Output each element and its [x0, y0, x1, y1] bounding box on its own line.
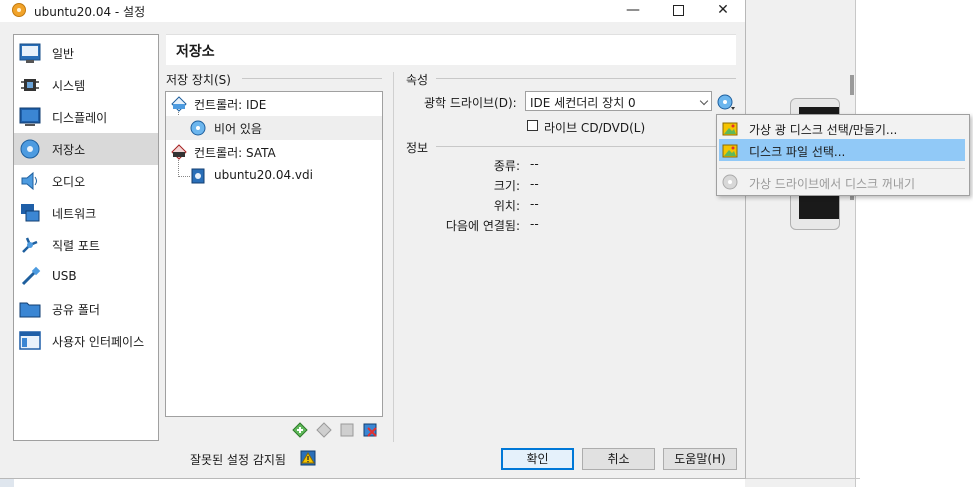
- speaker-icon: [21, 171, 37, 191]
- storage-devices-separator: [242, 78, 382, 79]
- maximize-icon: [672, 5, 684, 16]
- sata-controller-icon: [171, 144, 187, 160]
- optical-drive-value: IDE 세컨더리 장치 0: [530, 96, 636, 110]
- sidebar-item-usb[interactable]: USB: [14, 261, 158, 293]
- ui-icon: [19, 331, 41, 350]
- background-panel: [745, 0, 856, 487]
- usb-icon: [21, 266, 41, 286]
- live-cd-checkbox[interactable]: [527, 120, 538, 131]
- folder-icon: [19, 302, 41, 318]
- settings-dialog: ubuntu20.04 - 설정 — ✕ 일반 시스템 디스플레이 저장소 오디…: [0, 0, 746, 479]
- info-attached-value: --: [530, 217, 539, 231]
- optical-drive-select[interactable]: IDE 세컨더리 장치 0: [525, 91, 712, 111]
- sidebar-item-serial-port[interactable]: 직렬 포트: [14, 229, 158, 261]
- warning-icon[interactable]: [300, 450, 316, 466]
- chip-icon: [21, 79, 39, 91]
- tree-row-ide-controller[interactable]: 컨트롤러: IDE: [166, 92, 382, 116]
- remove-controller-icon[interactable]: [316, 422, 332, 438]
- sidebar-item-user-interface[interactable]: 사용자 인터페이스: [14, 325, 158, 357]
- add-controller-icon[interactable]: [292, 422, 308, 438]
- info-size-label: 크기:: [493, 179, 520, 193]
- sidebar-item-network[interactable]: 네트워크: [14, 197, 158, 229]
- info-label: 정보: [406, 141, 429, 155]
- image-file-icon: [722, 122, 738, 136]
- help-button[interactable]: 도움말(H): [663, 448, 737, 470]
- sidebar-item-audio[interactable]: 오디오: [14, 165, 158, 197]
- status-message: 잘못된 설정 감지됨: [190, 453, 286, 467]
- cancel-button[interactable]: 취소: [582, 448, 655, 470]
- tree-row-sata-controller[interactable]: 컨트롤러: SATA: [166, 140, 382, 164]
- add-attachment-icon[interactable]: [339, 422, 355, 438]
- sidebar-item-shared-folders[interactable]: 공유 폴더: [14, 293, 158, 325]
- ide-controller-icon: [171, 96, 187, 112]
- panel-divider: [393, 72, 394, 442]
- menu-separator: [719, 168, 965, 169]
- image-file-icon: [722, 144, 738, 158]
- tree-row-vdi[interactable]: ubuntu20.04.vdi: [166, 164, 382, 188]
- network-icon: [21, 204, 40, 222]
- monitor-icon: [19, 107, 41, 126]
- sidebar-item-system[interactable]: 시스템: [14, 69, 158, 101]
- maximize-button[interactable]: [655, 0, 701, 22]
- storage-devices-label: 저장 장치(S): [166, 73, 231, 87]
- menu-item-choose-create-virtual-disk[interactable]: 가상 광 디스크 선택/만들기...: [719, 117, 965, 139]
- info-attached-label: 다음에 연결됨:: [445, 219, 520, 233]
- choose-disk-menu: 가상 광 디스크 선택/만들기... 디스크 파일 선택... 가상 드라이브에…: [716, 114, 970, 196]
- info-location-label: 위치:: [493, 199, 520, 213]
- info-separator: [436, 146, 736, 147]
- disk-icon: [20, 139, 40, 159]
- general-icon: [19, 43, 41, 63]
- virtualbox-icon: [12, 3, 26, 17]
- live-cd-label: 라이브 CD/DVD(L): [544, 121, 646, 135]
- serial-port-icon: [22, 237, 38, 253]
- optical-drive-label: 광학 드라이브(D):: [424, 96, 517, 110]
- remove-attachment-icon[interactable]: [362, 422, 378, 438]
- title-bar[interactable]: ubuntu20.04 - 설정 — ✕: [0, 0, 745, 22]
- attributes-separator: [436, 78, 736, 79]
- background-scrollbar: [850, 75, 854, 95]
- page-title-text: 저장소: [176, 44, 215, 60]
- sidebar-item-storage[interactable]: 저장소: [14, 133, 158, 165]
- optical-disc-icon: [190, 120, 206, 136]
- page-title: 저장소: [166, 34, 736, 65]
- close-button[interactable]: ✕: [700, 0, 746, 22]
- info-size-value: --: [530, 177, 539, 191]
- hard-disk-icon: [191, 168, 205, 184]
- menu-item-eject-disk[interactable]: 가상 드라이브에서 디스크 꺼내기: [719, 171, 965, 193]
- eject-disc-icon: [722, 174, 738, 190]
- ok-button[interactable]: 확인: [501, 448, 574, 470]
- info-type-label: 종류:: [493, 159, 520, 173]
- sidebar-item-general[interactable]: 일반: [14, 37, 158, 69]
- menu-item-choose-disk-file[interactable]: 디스크 파일 선택...: [719, 139, 965, 161]
- tree-row-empty-optical[interactable]: 비어 있음: [166, 116, 382, 140]
- chevron-down-icon: [699, 96, 709, 106]
- choose-disk-button[interactable]: [716, 92, 736, 112]
- attributes-label: 속성: [406, 73, 429, 87]
- sidebar-item-display[interactable]: 디스플레이: [14, 101, 158, 133]
- settings-sidebar: 일반 시스템 디스플레이 저장소 오디오 네트워크 직렬 포트 USB 공유 폴…: [13, 34, 159, 441]
- info-type-value: --: [530, 157, 539, 171]
- storage-tree[interactable]: 컨트롤러: IDE 비어 있음 컨트롤러: SATA ubuntu20.04.v…: [165, 91, 383, 417]
- minimize-button[interactable]: —: [610, 0, 656, 22]
- info-location-value: --: [530, 197, 539, 211]
- window-title: ubuntu20.04 - 설정: [34, 5, 146, 19]
